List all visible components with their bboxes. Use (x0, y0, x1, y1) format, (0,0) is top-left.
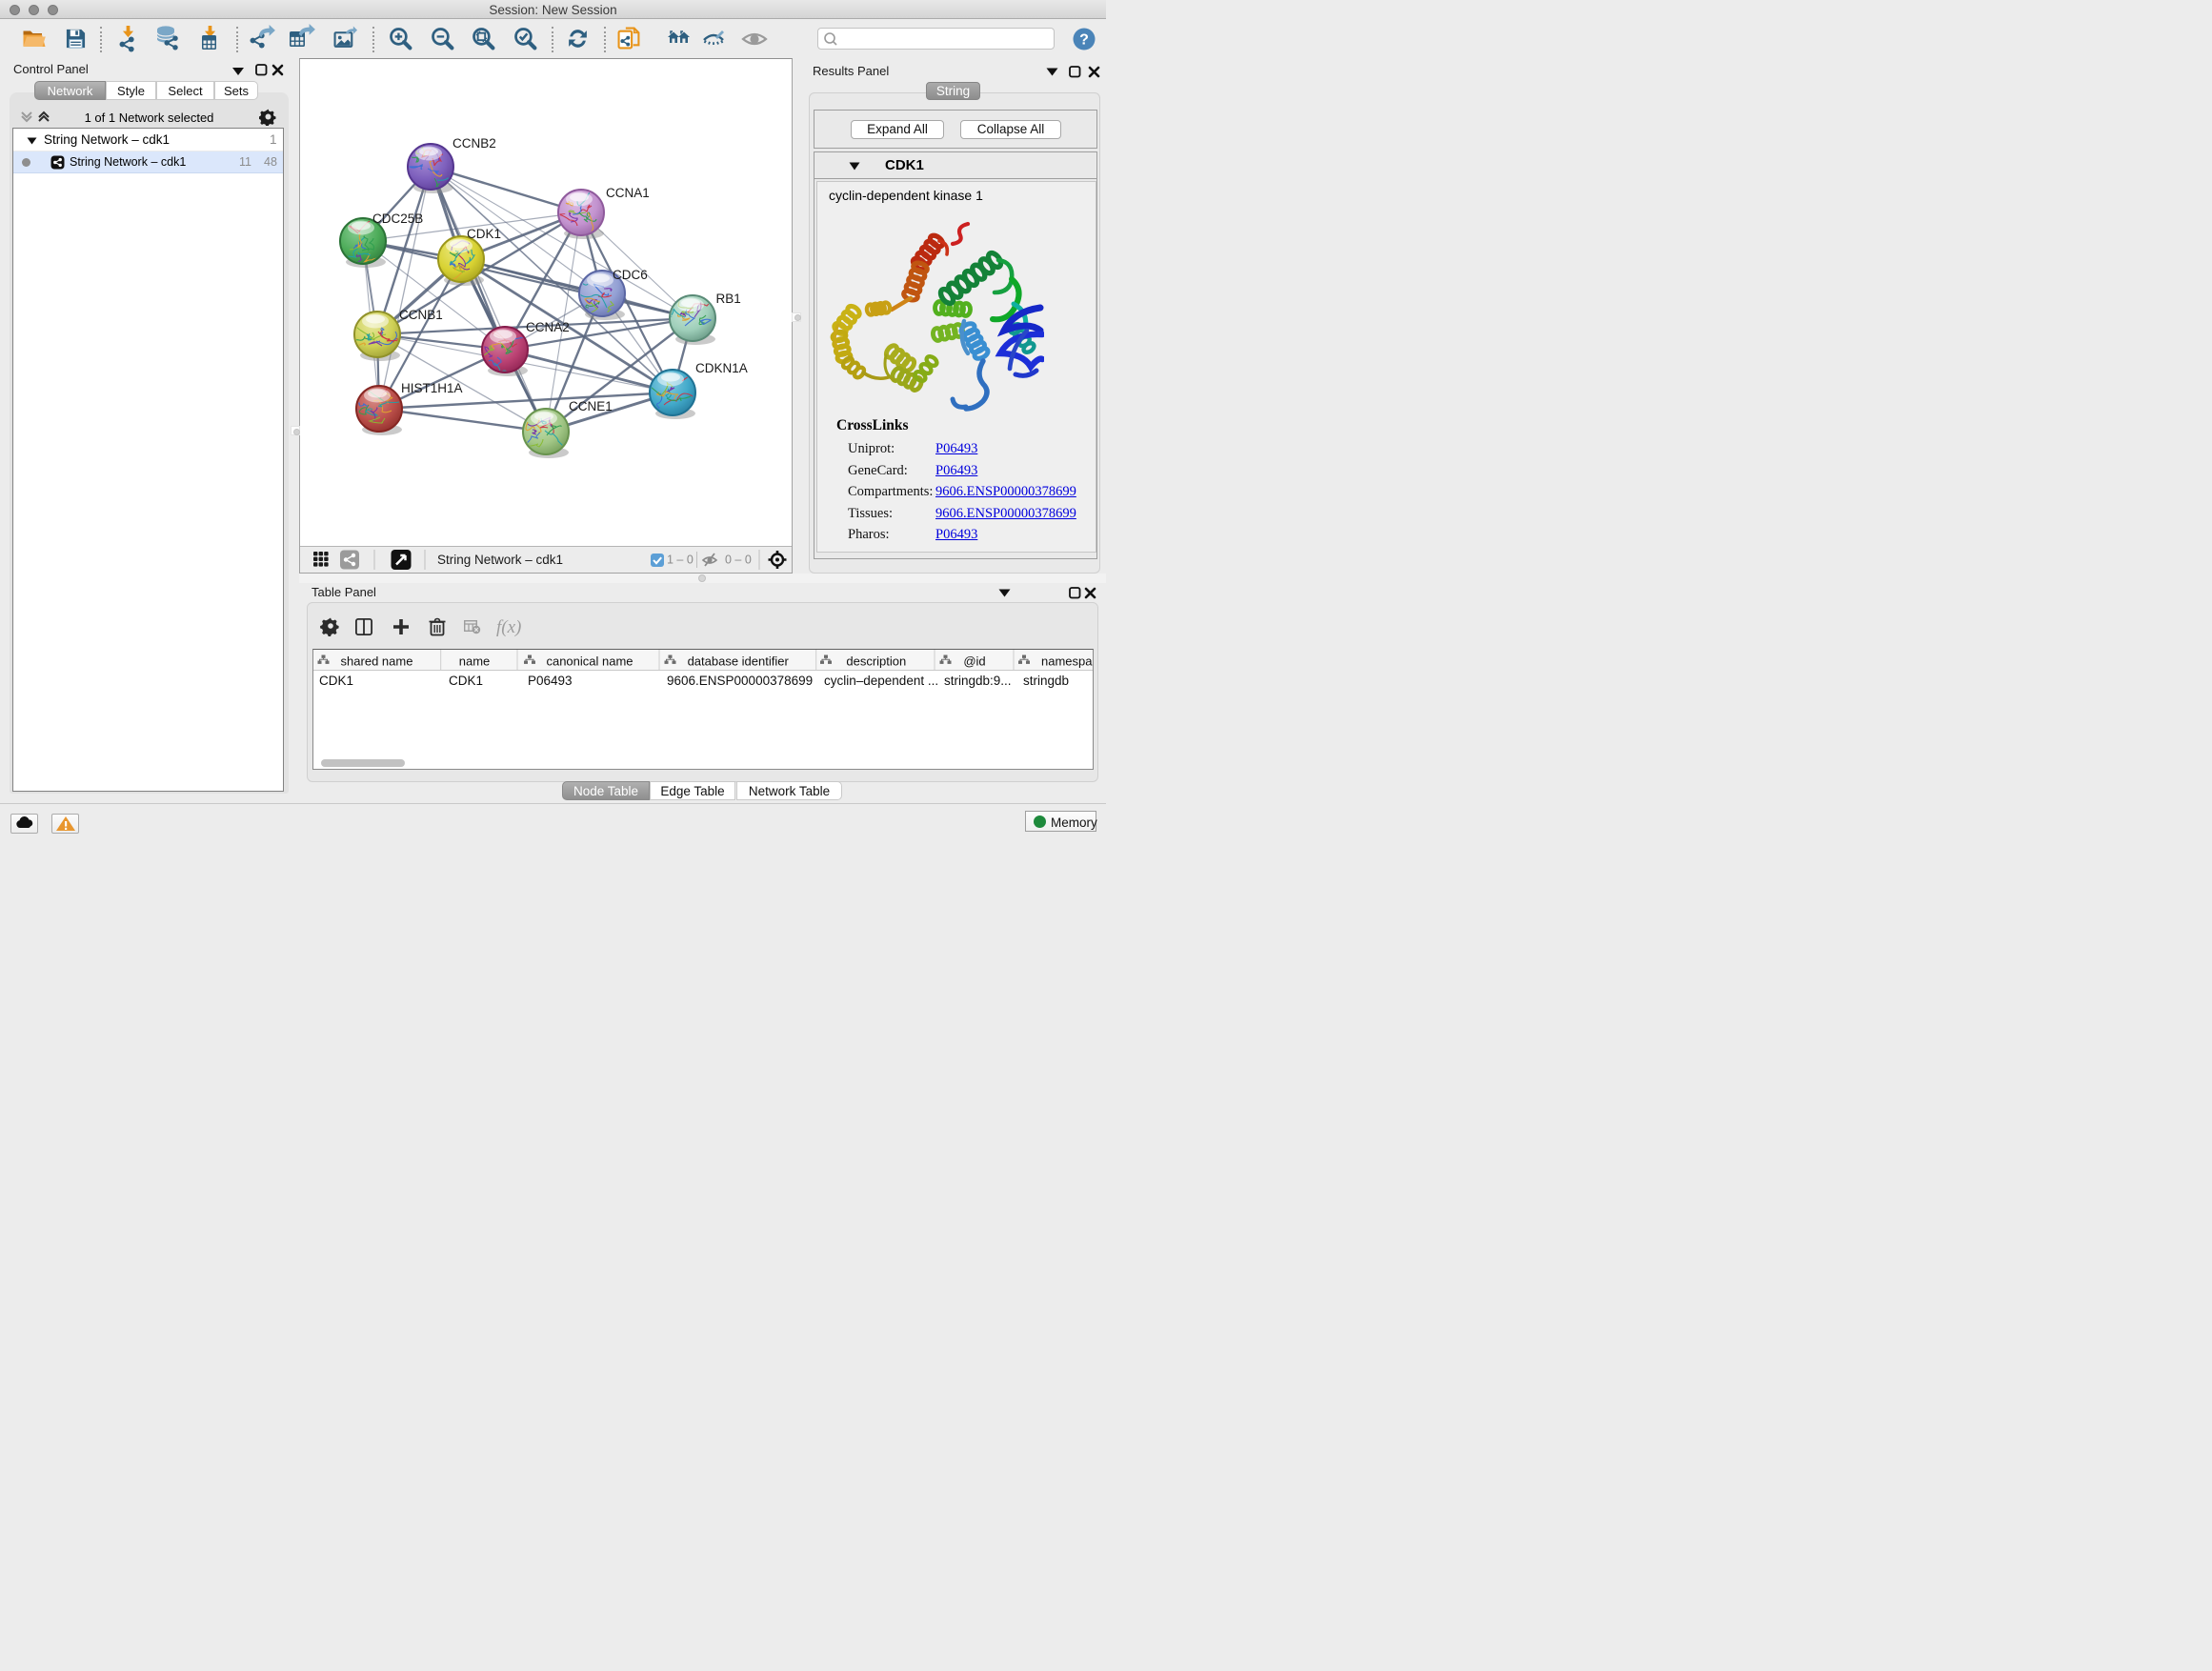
svg-text:9606.ENSP00000378699: 9606.ENSP00000378699 (667, 674, 813, 688)
svg-text:String Network – cdk1: String Network – cdk1 (437, 553, 563, 567)
svg-text:canonical name: canonical name (546, 654, 633, 669)
svg-text:namespac: namespac (1041, 654, 1093, 669)
svg-text:CCNA1: CCNA1 (606, 186, 650, 200)
svg-text:CCNA2: CCNA2 (526, 320, 570, 334)
svg-text:shared name: shared name (341, 654, 413, 669)
svg-text:?: ? (1079, 32, 1089, 49)
svg-text:P06493: P06493 (528, 674, 573, 688)
svg-text:CDKN1A: CDKN1A (695, 361, 748, 375)
svg-text:CCNB1: CCNB1 (399, 308, 443, 322)
svg-text:description: description (846, 654, 906, 669)
svg-text:HIST1H1A: HIST1H1A (401, 381, 463, 395)
svg-text:1 – 0: 1 – 0 (667, 554, 694, 567)
svg-text:CDK1: CDK1 (319, 674, 353, 688)
svg-text:CDK1: CDK1 (449, 674, 483, 688)
svg-text:cyclin–dependent ...: cyclin–dependent ... (824, 674, 938, 688)
svg-text:0 – 0: 0 – 0 (725, 554, 752, 567)
svg-text:CCNE1: CCNE1 (569, 399, 613, 413)
svg-text:CDC25B: CDC25B (372, 211, 423, 226)
svg-text:f(x): f(x) (496, 617, 521, 637)
svg-text:name: name (459, 654, 491, 669)
svg-text:stringdb:9...: stringdb:9... (944, 674, 1012, 688)
svg-text:CDC6: CDC6 (613, 268, 648, 282)
svg-text:RB1: RB1 (716, 292, 741, 306)
svg-text:CCNB2: CCNB2 (452, 136, 496, 151)
svg-text:@id: @id (963, 654, 985, 669)
svg-text:CDK1: CDK1 (467, 227, 501, 241)
svg-text:stringdb: stringdb (1023, 674, 1069, 688)
svg-text:database identifier: database identifier (688, 654, 790, 669)
